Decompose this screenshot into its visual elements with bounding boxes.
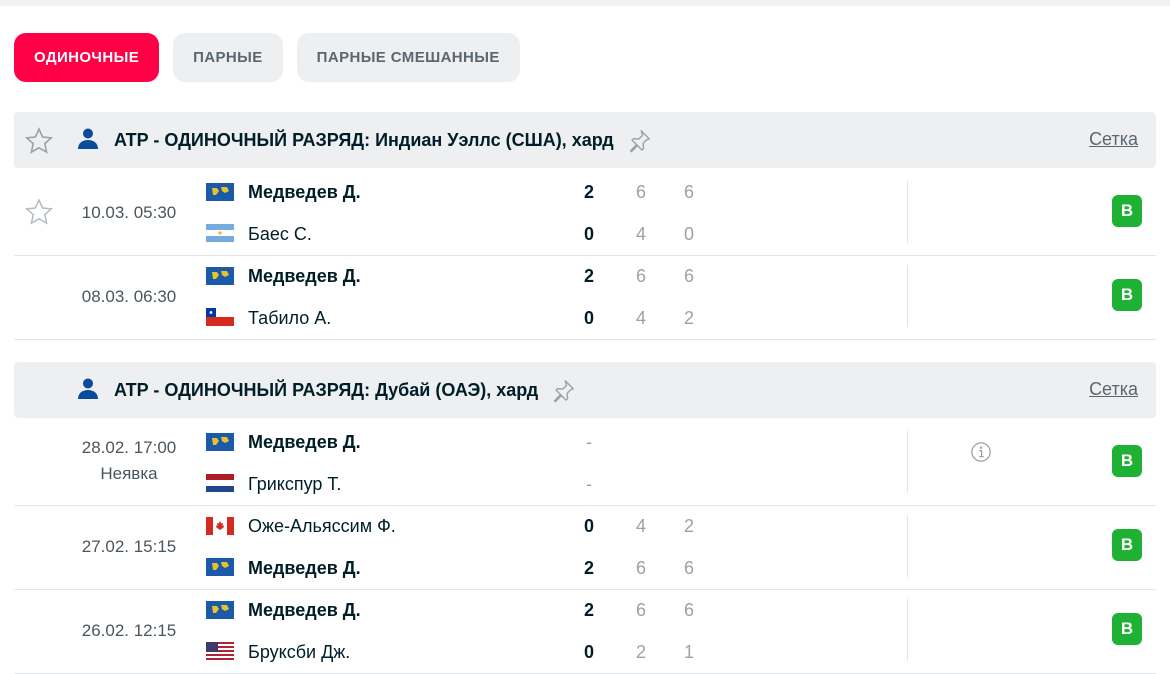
match-score: 2: [583, 182, 594, 202]
player-name[interactable]: Грикспур Т.: [248, 474, 341, 495]
world-flag-icon: [206, 183, 234, 201]
set-score: 6: [683, 558, 694, 578]
set-score: 6: [635, 266, 646, 286]
match-score: -: [586, 474, 592, 494]
world-flag-icon: [206, 601, 234, 619]
win-badge: В: [1112, 445, 1142, 477]
league-title[interactable]: ATP - ОДИНОЧНЫЙ РАЗРЯД: Дубай (ОАЭ), хар…: [114, 378, 576, 404]
match-status: Неявка: [100, 464, 158, 483]
info-icon[interactable]: [970, 441, 992, 463]
league-prefix: ATP - ОДИНОЧНЫЙ РАЗРЯД:: [114, 379, 371, 400]
match-score: 0: [583, 642, 594, 662]
match-score: 2: [583, 600, 594, 620]
column-divider: [907, 599, 908, 661]
set-score: 2: [683, 308, 694, 328]
person-icon: [78, 128, 98, 149]
person-icon: [78, 378, 98, 399]
chile-flag-icon: [206, 308, 234, 326]
pin-icon[interactable]: [550, 378, 576, 404]
pin-icon[interactable]: [626, 128, 652, 154]
match-time: 08.03. 06:30: [81, 287, 177, 306]
tab-mixed-doubles[interactable]: ПАРНЫЕ СМЕШАННЫЕ: [296, 33, 520, 82]
match-score: 0: [583, 224, 594, 244]
set-score: 4: [635, 516, 646, 536]
canada-flag-icon: [206, 517, 234, 535]
player-name[interactable]: Баес С.: [248, 224, 312, 245]
set-score: 1: [683, 642, 694, 662]
bracket-link[interactable]: Сетка: [1089, 129, 1138, 150]
match-row[interactable]: 27.02. 15:15 Оже-Альяссим Ф. 0 4 2 Медве…: [14, 505, 1156, 590]
column-divider: [907, 431, 908, 493]
column-divider: [907, 515, 908, 577]
win-badge: В: [1112, 529, 1142, 561]
league-header: ATP - ОДИНОЧНЫЙ РАЗРЯД: Дубай (ОАЭ), хар…: [14, 362, 1156, 418]
match-time: 27.02. 15:15: [81, 537, 177, 556]
match-score: 0: [583, 308, 594, 328]
match-row[interactable]: 10.03. 05:30 Медведев Д. 2 6 6 Баес С. 0…: [14, 171, 1156, 256]
set-score: 6: [683, 182, 694, 202]
usa-flag-icon: [206, 642, 234, 660]
tab-bar: ОДИНОЧНЫЕ ПАРНЫЕ ПАРНЫЕ СМЕШАННЫЕ: [14, 33, 520, 82]
star-outline-icon[interactable]: [24, 197, 54, 227]
league-name: Дубай (ОАЭ), хард: [375, 379, 539, 400]
match-score: 2: [583, 558, 594, 578]
bracket-link[interactable]: Сетка: [1089, 379, 1138, 400]
set-score: 4: [635, 308, 646, 328]
column-divider: [907, 181, 908, 243]
column-divider: [907, 265, 908, 327]
league-title[interactable]: ATP - ОДИНОЧНЫЙ РАЗРЯД: Индиан Уэллс (СШ…: [114, 128, 652, 154]
top-divider: [0, 0, 1170, 6]
player-name[interactable]: Медведев Д.: [248, 432, 361, 453]
match-time: 26.02. 12:15: [81, 621, 177, 640]
player-name[interactable]: Табило А.: [248, 308, 331, 329]
tab-singles[interactable]: ОДИНОЧНЫЕ: [14, 33, 160, 82]
argentina-flag-icon: [206, 224, 234, 242]
league-name: Индиан Уэллс (США), хард: [375, 129, 614, 150]
match-row[interactable]: 26.02. 12:15 Медведев Д. 2 6 6 Бруксби Д…: [14, 589, 1156, 674]
player-name[interactable]: Медведев Д.: [248, 266, 361, 287]
set-score: 0: [683, 224, 694, 244]
netherlands-flag-icon: [206, 474, 234, 492]
set-score: 2: [683, 516, 694, 536]
set-score: 6: [635, 182, 646, 202]
world-flag-icon: [206, 433, 234, 451]
set-score: 6: [683, 266, 694, 286]
set-score: 6: [635, 600, 646, 620]
star-outline-icon[interactable]: [24, 126, 54, 156]
win-badge: В: [1112, 195, 1142, 227]
world-flag-icon: [206, 558, 234, 576]
set-score: 6: [635, 558, 646, 578]
match-score: -: [586, 432, 592, 452]
win-badge: В: [1112, 279, 1142, 311]
set-score: 4: [635, 224, 646, 244]
player-name[interactable]: Оже-Альяссим Ф.: [248, 516, 396, 537]
player-name[interactable]: Медведев Д.: [248, 600, 361, 621]
win-badge: В: [1112, 613, 1142, 645]
match-row[interactable]: 08.03. 06:30 Медведев Д. 2 6 6 Табило А.…: [14, 255, 1156, 340]
match-time: 10.03. 05:30: [81, 203, 177, 222]
match-row[interactable]: 28.02. 17:00 Неявка Медведев Д. - Гриксп…: [14, 421, 1156, 506]
player-name[interactable]: Медведев Д.: [248, 182, 361, 203]
league-header: ATP - ОДИНОЧНЫЙ РАЗРЯД: Индиан Уэллс (СШ…: [14, 112, 1156, 168]
player-name[interactable]: Бруксби Дж.: [248, 642, 350, 663]
player-name[interactable]: Медведев Д.: [248, 558, 361, 579]
match-score: 0: [583, 516, 594, 536]
world-flag-icon: [206, 267, 234, 285]
tab-doubles[interactable]: ПАРНЫЕ: [173, 33, 283, 82]
set-score: 2: [635, 642, 646, 662]
league-prefix: ATP - ОДИНОЧНЫЙ РАЗРЯД:: [114, 129, 371, 150]
match-score: 2: [583, 266, 594, 286]
set-score: 6: [683, 600, 694, 620]
